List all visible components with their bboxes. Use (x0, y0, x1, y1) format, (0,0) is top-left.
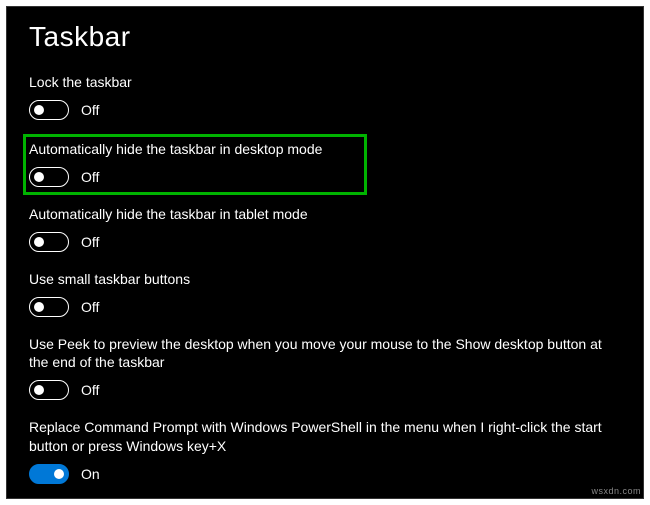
toggle-state: Off (81, 234, 99, 250)
toggle-knob-icon (54, 469, 64, 479)
toggle-row: Off (29, 100, 621, 120)
toggle-row: Off (29, 297, 621, 317)
toggle-autohide-tablet[interactable] (29, 232, 69, 252)
setting-lock-taskbar: Lock the taskbar Off (29, 71, 621, 122)
toggle-peek-preview[interactable] (29, 380, 69, 400)
watermark: wsxdn.com (591, 486, 641, 496)
setting-label: Use small taskbar buttons (29, 270, 609, 289)
toggle-lock-taskbar[interactable] (29, 100, 69, 120)
toggle-state: On (81, 466, 100, 482)
setting-autohide-desktop: Automatically hide the taskbar in deskto… (25, 136, 365, 193)
setting-label: Automatically hide the taskbar in deskto… (29, 140, 361, 159)
setting-replace-cmd: Replace Command Prompt with Windows Powe… (29, 416, 621, 486)
setting-label: Lock the taskbar (29, 73, 609, 92)
setting-peek-preview: Use Peek to preview the desktop when you… (29, 333, 621, 403)
toggle-state: Off (81, 382, 99, 398)
setting-label: Automatically hide the taskbar in tablet… (29, 205, 609, 224)
setting-autohide-tablet: Automatically hide the taskbar in tablet… (29, 203, 621, 254)
toggle-knob-icon (34, 302, 44, 312)
toggle-autohide-desktop[interactable] (29, 167, 69, 187)
toggle-knob-icon (34, 172, 44, 182)
page-title: Taskbar (29, 21, 621, 53)
toggle-replace-cmd[interactable] (29, 464, 69, 484)
setting-label: Replace Command Prompt with Windows Powe… (29, 418, 609, 456)
taskbar-settings-panel: Taskbar Lock the taskbar Off Automatical… (6, 6, 644, 499)
toggle-row: Off (29, 232, 621, 252)
toggle-knob-icon (34, 105, 44, 115)
toggle-row: On (29, 464, 621, 484)
toggle-small-buttons[interactable] (29, 297, 69, 317)
toggle-row: Off (29, 380, 621, 400)
toggle-knob-icon (34, 237, 44, 247)
setting-label: Use Peek to preview the desktop when you… (29, 335, 609, 373)
toggle-knob-icon (34, 385, 44, 395)
toggle-state: Off (81, 169, 99, 185)
toggle-row: Off (29, 167, 361, 187)
toggle-state: Off (81, 102, 99, 118)
setting-small-buttons: Use small taskbar buttons Off (29, 268, 621, 319)
toggle-state: Off (81, 299, 99, 315)
